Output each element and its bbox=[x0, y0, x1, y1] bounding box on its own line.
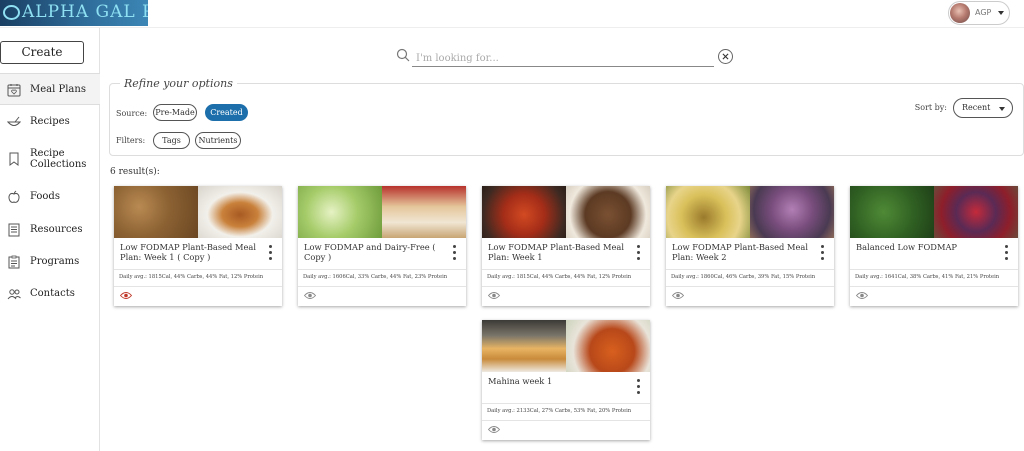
card-title: Mahina week 1 bbox=[488, 376, 553, 386]
meal-plan-card[interactable]: Mahina week 1 Daily avg.: 2133Cal, 27% C… bbox=[482, 320, 650, 440]
sort-label: Sort by: bbox=[914, 103, 947, 112]
meal-plan-image bbox=[482, 186, 650, 238]
meal-plan-card[interactable]: Low FODMAP Plant-Based Meal Plan: Week 1… bbox=[114, 186, 282, 306]
user-menu-button[interactable]: AGP bbox=[948, 1, 1010, 25]
apple-icon bbox=[8, 190, 20, 203]
sort-value: Recent bbox=[962, 103, 991, 112]
meal-plan-image bbox=[666, 186, 834, 238]
card-title: Low FODMAP Plant-Based Meal Plan: Week 2 bbox=[672, 242, 808, 262]
more-vertical-icon[interactable] bbox=[1004, 245, 1010, 261]
divider bbox=[850, 286, 1018, 287]
filters-label: Filters: bbox=[116, 136, 146, 145]
card-daily-avg: Daily avg.: 1815Cal, 44% Carbs, 44% Fat,… bbox=[119, 274, 264, 280]
sidebar-item-label: Contacts bbox=[30, 288, 75, 299]
divider bbox=[666, 286, 834, 287]
meal-plan-image bbox=[298, 186, 466, 238]
eye-icon[interactable] bbox=[488, 425, 500, 434]
sidebar-item-label: Meal Plans bbox=[30, 84, 86, 95]
sidebar-item-foods[interactable]: Foods bbox=[0, 181, 100, 213]
more-vertical-icon[interactable] bbox=[268, 245, 274, 261]
clear-search-icon[interactable] bbox=[718, 49, 733, 64]
sidebar-item-label: Programs bbox=[30, 256, 80, 267]
card-daily-avg: Daily avg.: 1815Cal, 44% Carbs, 44% Fat,… bbox=[487, 274, 632, 280]
divider bbox=[482, 403, 650, 404]
source-label: Source: bbox=[116, 109, 148, 118]
card-title: Low FODMAP Plant-Based Meal Plan: Week 1… bbox=[120, 242, 256, 262]
sidebar-item-programs[interactable]: Programs bbox=[0, 246, 100, 278]
brand-logo[interactable]: ALPHA GAL PAL bbox=[0, 0, 148, 26]
meal-plan-image bbox=[850, 186, 1018, 238]
meal-plan-card[interactable]: Low FODMAP Plant-Based Meal Plan: Week 1… bbox=[482, 186, 650, 306]
card-title: Low FODMAP and Dairy-Free ( Copy ) bbox=[304, 242, 436, 262]
card-daily-avg: Daily avg.: 1860Cal, 46% Carbs, 39% Fat,… bbox=[671, 274, 816, 280]
eye-icon[interactable] bbox=[856, 291, 868, 300]
user-initials: AGP bbox=[975, 8, 992, 17]
search-icon bbox=[396, 48, 410, 62]
caret-down-icon bbox=[998, 11, 1004, 15]
sidebar-item-label: Resources bbox=[30, 224, 83, 235]
card-daily-avg: Daily avg.: 1606Cal, 33% Carbs, 44% Fat,… bbox=[303, 274, 448, 280]
source-created-chip[interactable]: Created bbox=[205, 104, 248, 121]
card-title: Balanced Low FODMAP bbox=[856, 242, 958, 252]
meal-plan-card[interactable]: Low FODMAP and Dairy-Free ( Copy ) Daily… bbox=[298, 186, 466, 306]
bookmark-icon bbox=[9, 152, 19, 166]
eye-icon[interactable] bbox=[672, 291, 684, 300]
divider bbox=[114, 269, 282, 270]
divider bbox=[482, 286, 650, 287]
sidebar-item-label: Recipes bbox=[30, 116, 70, 127]
refine-panel: Refine your options Source: Pre-Made Cre… bbox=[109, 77, 1024, 156]
divider bbox=[850, 269, 1018, 270]
clipboard-icon bbox=[8, 255, 20, 269]
sidebar: Create Meal Plans Recipes Recipe Collect… bbox=[0, 28, 100, 451]
sidebar-item-contacts[interactable]: Contacts bbox=[0, 278, 100, 310]
avatar bbox=[950, 3, 970, 23]
mixing-bowl-icon bbox=[7, 116, 21, 126]
eye-icon[interactable] bbox=[120, 291, 132, 300]
card-title: Low FODMAP Plant-Based Meal Plan: Week 1 bbox=[488, 242, 624, 262]
create-button[interactable]: Create bbox=[0, 41, 84, 64]
sidebar-item-meal-plans[interactable]: Meal Plans bbox=[0, 73, 100, 105]
divider bbox=[298, 286, 466, 287]
more-vertical-icon[interactable] bbox=[452, 245, 458, 261]
sidebar-item-label: Foods bbox=[30, 191, 60, 202]
sidebar-item-recipe-collections[interactable]: Recipe Collections bbox=[0, 140, 100, 180]
caret-down-icon bbox=[999, 107, 1005, 111]
sidebar-item-recipes[interactable]: Recipes bbox=[0, 106, 100, 138]
meal-plan-image bbox=[114, 186, 282, 238]
top-bar: ALPHA GAL PAL AGP bbox=[0, 0, 1024, 28]
filter-tags-chip[interactable]: Tags bbox=[153, 132, 190, 149]
logo-ring-icon bbox=[3, 5, 20, 20]
eye-icon[interactable] bbox=[488, 291, 500, 300]
logo-text: ALPHA GAL PAL bbox=[22, 2, 148, 22]
sidebar-item-resources[interactable]: Resources bbox=[0, 214, 100, 246]
divider bbox=[666, 269, 834, 270]
card-daily-avg: Daily avg.: 2133Cal, 27% Carbs, 53% Fat,… bbox=[487, 408, 632, 414]
divider bbox=[482, 269, 650, 270]
sort-select[interactable]: Recent bbox=[953, 98, 1013, 118]
more-vertical-icon[interactable] bbox=[636, 245, 642, 261]
more-vertical-icon[interactable] bbox=[636, 379, 642, 395]
filter-nutrients-chip[interactable]: Nutrients bbox=[195, 132, 241, 149]
results-count: 6 result(s): bbox=[110, 167, 160, 177]
sidebar-item-label: Recipe Collections bbox=[30, 148, 87, 170]
divider bbox=[482, 420, 650, 421]
search-bar bbox=[396, 46, 736, 70]
document-icon bbox=[8, 223, 20, 237]
calendar-heart-icon bbox=[7, 84, 21, 97]
people-icon bbox=[7, 289, 21, 300]
divider bbox=[114, 286, 282, 287]
source-pre-made-chip[interactable]: Pre-Made bbox=[153, 104, 197, 121]
meal-plan-card[interactable]: Low FODMAP Plant-Based Meal Plan: Week 2… bbox=[666, 186, 834, 306]
meal-plan-image bbox=[482, 320, 650, 372]
meal-plan-card[interactable]: Balanced Low FODMAP Daily avg.: 1641Cal,… bbox=[850, 186, 1018, 306]
more-vertical-icon[interactable] bbox=[820, 245, 826, 261]
card-daily-avg: Daily avg.: 1641Cal, 38% Carbs, 41% Fat,… bbox=[855, 274, 1000, 280]
refine-title: Refine your options bbox=[120, 77, 237, 90]
eye-icon[interactable] bbox=[304, 291, 316, 300]
search-input[interactable] bbox=[412, 50, 714, 67]
divider bbox=[298, 269, 466, 270]
